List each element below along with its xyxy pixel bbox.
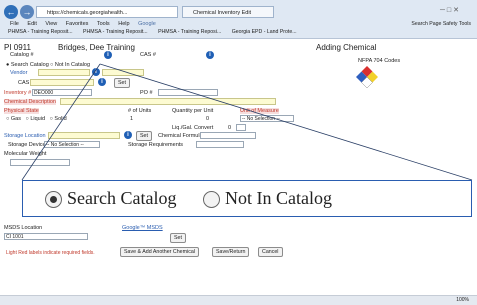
radio-not-in-catalog-label: Not In Catalog: [225, 188, 332, 208]
radio-not-in-catalog[interactable]: [203, 191, 220, 208]
zoom-level[interactable]: 100%: [456, 297, 469, 303]
google-msds-link[interactable]: Google™ MSDS: [122, 225, 163, 231]
zoom-callout: Search Catalog Not In Catalog: [22, 180, 472, 217]
radio-search-catalog[interactable]: [45, 191, 62, 208]
required-footnote: Light Red labels indicate required field…: [6, 250, 95, 256]
save-return-button[interactable]: Save/Return: [212, 247, 250, 257]
cancel-button[interactable]: Cancel: [258, 247, 283, 257]
msds-location-label: MSDS Location: [4, 225, 43, 231]
msds-set-button[interactable]: Set: [170, 233, 186, 243]
callout-lines: [21, 63, 473, 181]
save-add-another-button[interactable]: Save & Add Another Chemical: [120, 247, 199, 257]
msds-location-field[interactable]: CI 1001: [4, 233, 88, 240]
radio-search-catalog-label: Search Catalog: [67, 188, 177, 208]
